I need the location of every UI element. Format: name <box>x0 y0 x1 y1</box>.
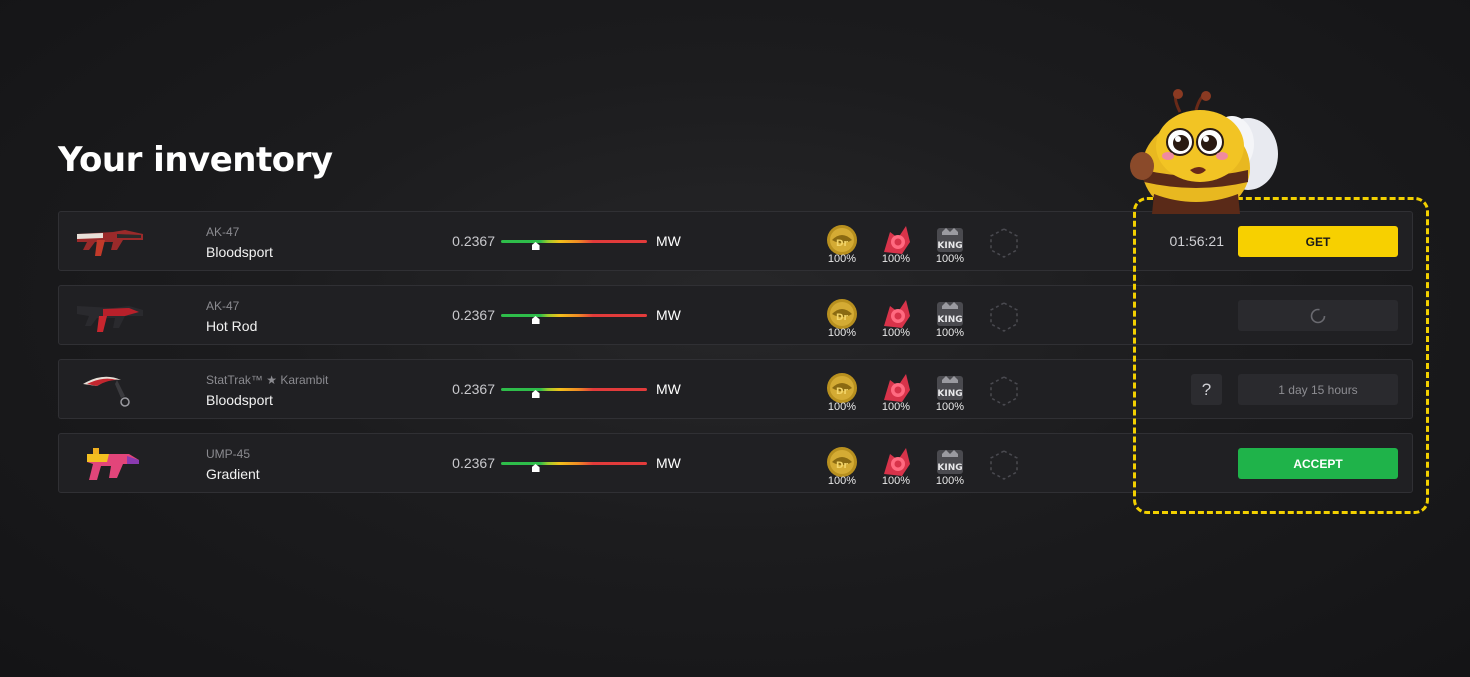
sticker-slot: 100% <box>823 298 861 339</box>
sticker-percent: 100% <box>935 475 965 487</box>
king-sticker-icon <box>937 228 963 252</box>
wear-label: MW <box>656 233 681 249</box>
sticker-percent: 100% <box>827 253 857 265</box>
item-info: UMP-45 Gradient <box>206 447 260 483</box>
ak47-hot-rod-image <box>77 306 143 332</box>
ak47-bloodsport-image <box>77 230 143 256</box>
sticker-percent: 100% <box>827 401 857 413</box>
item-name: Hot Rod <box>206 318 258 334</box>
karambit-bloodsport-image <box>83 376 130 407</box>
ump45-gradient-image <box>87 448 139 480</box>
item-type: AK-47 <box>206 225 240 239</box>
item-info: AK-47 Bloodsport <box>206 225 273 261</box>
wear-marker <box>531 390 540 398</box>
item-type: UMP-45 <box>206 447 251 461</box>
wear-label: MW <box>656 381 681 397</box>
sticker-slot: 100% <box>877 224 915 265</box>
float-value: 0.2367 <box>452 381 495 397</box>
sticker-slot: 100% <box>931 298 969 339</box>
king-sticker-icon <box>937 376 963 400</box>
sticker-slot: 100% <box>823 372 861 413</box>
item-type: AK-47 <box>206 299 240 313</box>
sticker-percent: 100% <box>935 401 965 413</box>
sticker-percent: 100% <box>935 253 965 265</box>
red-logo-sticker-icon <box>884 226 910 254</box>
sticker-percent: 100% <box>827 327 857 339</box>
sticker-percent: 100% <box>935 327 965 339</box>
gold-sticker-icon <box>827 373 857 403</box>
king-sticker-icon <box>937 302 963 326</box>
float-value: 0.2367 <box>452 455 495 471</box>
sticker-slot: 100% <box>823 224 861 265</box>
sticker-percent: 100% <box>881 401 911 413</box>
sticker-slot: 100% <box>877 298 915 339</box>
red-logo-sticker-icon <box>884 448 910 476</box>
red-logo-sticker-icon <box>884 300 910 328</box>
empty-sticker-slot-icon <box>990 302 1018 332</box>
item-type: StatTrak™ ★ Karambit <box>206 373 329 387</box>
sticker-slot: 100% <box>931 372 969 413</box>
sticker-slot: 100% <box>931 224 969 265</box>
bee-mascot-icon <box>1130 89 1278 214</box>
wear-bar <box>501 388 647 398</box>
sticker-slot: 100% <box>823 446 861 487</box>
wear-bar <box>501 462 647 472</box>
item-info: StatTrak™ ★ Karambit Bloodsport <box>206 373 328 409</box>
wear-label: MW <box>656 455 681 471</box>
wear-marker <box>531 464 540 472</box>
empty-sticker-slot-icon <box>990 450 1018 480</box>
float-value: 0.2367 <box>452 307 495 323</box>
page-title: Your inventory <box>58 140 333 180</box>
empty-sticker-slot-icon <box>990 228 1018 258</box>
wear-label: MW <box>656 307 681 323</box>
empty-sticker-slot-icon <box>990 376 1018 406</box>
actions-highlight-frame <box>1133 197 1429 514</box>
item-name: Bloodsport <box>206 244 273 260</box>
float-value: 0.2367 <box>452 233 495 249</box>
wear-bar <box>501 314 647 324</box>
sticker-slot: 100% <box>931 446 969 487</box>
gold-sticker-icon <box>827 299 857 329</box>
sticker-percent: 100% <box>881 327 911 339</box>
sticker-percent: 100% <box>827 475 857 487</box>
sticker-percent: 100% <box>881 253 911 265</box>
item-name: Bloodsport <box>206 392 273 408</box>
item-name: Gradient <box>206 466 260 482</box>
wear-marker <box>531 316 540 324</box>
gold-sticker-icon <box>827 447 857 477</box>
red-logo-sticker-icon <box>884 374 910 402</box>
wear-marker <box>531 242 540 250</box>
sticker-percent: 100% <box>881 475 911 487</box>
king-sticker-icon <box>937 450 963 474</box>
sticker-slot: 100% <box>877 372 915 413</box>
sticker-slot: 100% <box>877 446 915 487</box>
gold-sticker-icon <box>827 225 857 255</box>
wear-bar <box>501 240 647 250</box>
item-info: AK-47 Hot Rod <box>206 299 257 335</box>
